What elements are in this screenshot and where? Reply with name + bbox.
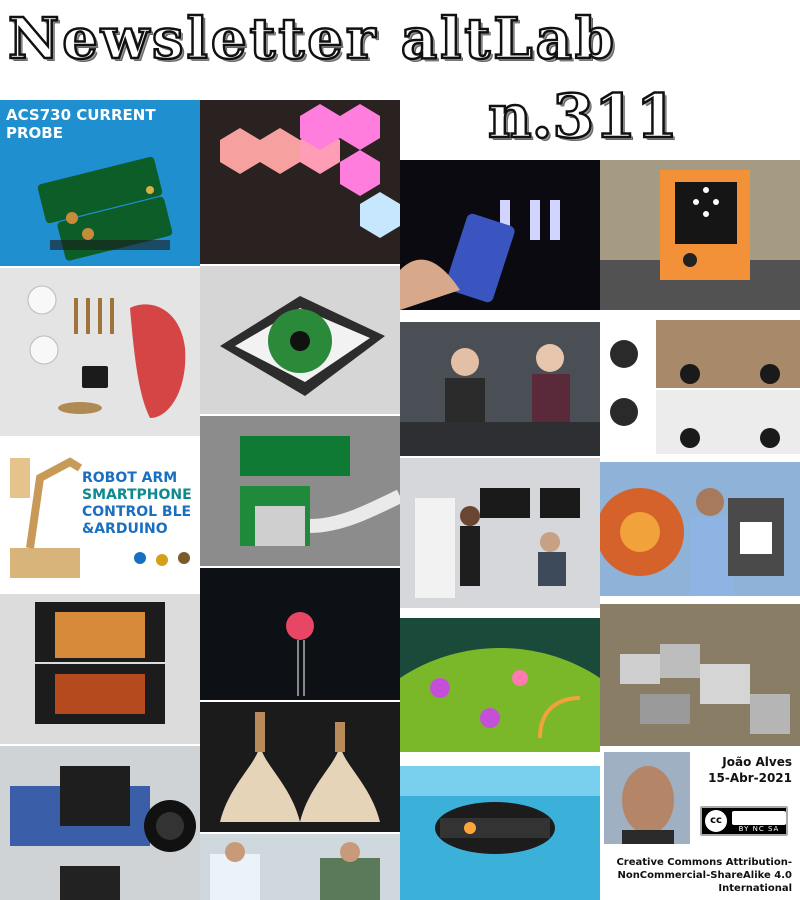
issue-number: n.311	[487, 81, 679, 154]
robot-line-1: ROBOT ARM	[82, 470, 178, 486]
microbit-glove-kit-photo	[0, 268, 200, 436]
robot-line-2: SMARTPHONE	[82, 487, 192, 503]
author-info: João Alves 15-Abr-2021	[706, 754, 792, 786]
orange-cube-display-photo	[600, 160, 800, 310]
camera-board-photo	[0, 746, 200, 900]
robot-line-4: &ARDUINO	[82, 521, 168, 537]
cc-license-badge[interactable]: cc BY NC SA	[700, 806, 788, 836]
cc-icon: cc	[705, 810, 727, 832]
cc-attribution-icons	[732, 811, 786, 825]
robot-line-3: CONTROL BLE	[82, 504, 192, 520]
led-matrix-box-photo	[0, 594, 200, 744]
license-text: Creative Commons Attribution-NonCommerci…	[616, 857, 792, 894]
microscope-lab-photo	[400, 458, 600, 608]
probe-caption: ACS730 CURRENT PROBE	[6, 106, 156, 142]
molecular-illustration-photo	[400, 618, 600, 752]
pico-ethernet-photo	[200, 416, 400, 566]
robot-arm-caption: ROBOT ARM SMARTPHONE CONTROL BLE &ARDUIN…	[82, 470, 192, 538]
wireless-charger-enclosure-photo	[200, 266, 400, 414]
cc-terms-label: BY NC SA	[738, 825, 780, 833]
robot-arm-smartphone-photo: ROBOT ARM SMARTPHONE CONTROL BLE &ARDUIN…	[0, 438, 200, 592]
man-holding-panel-photo	[600, 462, 800, 596]
red-led-photo	[200, 568, 400, 700]
underwater-robot-photo	[400, 766, 600, 900]
3d-printed-parts-photo	[200, 702, 400, 832]
ewaste-pile-photo	[600, 604, 800, 746]
lab-researchers-photo	[400, 322, 600, 456]
newsletter-title: Newsletter altLab	[7, 5, 618, 74]
publication-date: 15-Abr-2021	[708, 771, 792, 785]
wheeled-vehicle-photo	[600, 320, 800, 454]
hexagon-lights-photo	[200, 100, 400, 264]
author-name: João Alves	[722, 755, 792, 769]
author-photo	[604, 752, 690, 844]
led-matrix-smartphone-photo	[400, 160, 600, 310]
medical-team-photo	[200, 834, 400, 900]
acs730-probe-photo: ACS730 CURRENT PROBE	[0, 100, 200, 266]
